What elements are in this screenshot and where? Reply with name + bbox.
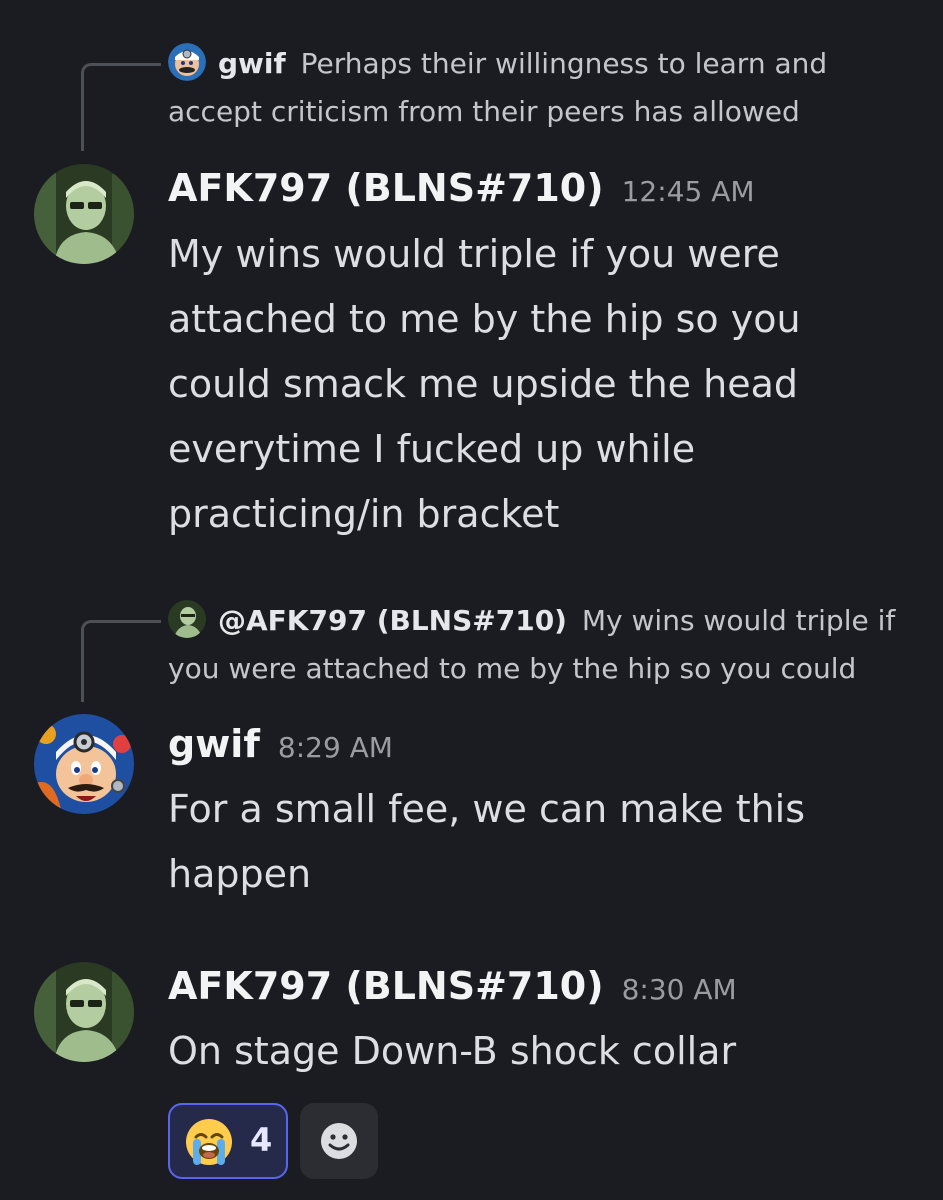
message-line: attached to me by the hip so you [168, 297, 801, 341]
reply-connector [81, 63, 161, 151]
message-line: could smack me upside the head [168, 362, 798, 406]
reaction-button[interactable]: 4 [168, 1103, 288, 1179]
reply-author[interactable]: @AFK797 (BLNS#710) [218, 604, 567, 637]
message-content: For a small fee, we can make this happen [168, 777, 868, 907]
afk797-avatar[interactable] [34, 164, 134, 264]
add-reaction-button[interactable] [300, 1103, 378, 1179]
reply-connector [81, 620, 161, 702]
reply-author[interactable]: gwif [218, 47, 286, 80]
message-line: For a small fee, we can make this [168, 787, 806, 831]
afk797-avatar[interactable] [34, 962, 134, 1062]
message-line: My wins would triple if you were [168, 232, 780, 276]
username[interactable]: AFK797 (BLNS#710) [168, 964, 604, 1008]
message-line: practicing/in bracket [168, 492, 560, 536]
message-line: On stage Down-B shock collar [168, 1029, 737, 1073]
gwif-mini-avatar[interactable] [168, 43, 206, 81]
timestamp: 12:45 AM [621, 175, 755, 208]
reaction-count: 4 [250, 1121, 273, 1159]
timestamp: 8:30 AM [621, 973, 737, 1006]
username[interactable]: gwif [168, 722, 260, 766]
timestamp: 8:29 AM [277, 731, 393, 764]
message-line: happen [168, 852, 312, 896]
afk797-mini-avatar[interactable] [168, 600, 206, 638]
message-line: everytime I fucked up while [168, 427, 696, 471]
message-content: My wins would triple if you were attache… [168, 222, 868, 547]
message-header: gwif 8:29 AM [168, 722, 393, 766]
message-header: AFK797 (BLNS#710) 12:45 AM [168, 166, 755, 210]
gwif-avatar[interactable] [34, 714, 134, 814]
reply-preview[interactable]: gwif Perhaps their willingness to learn … [168, 40, 918, 136]
loudly-crying-face-icon [184, 1117, 234, 1167]
message-header: AFK797 (BLNS#710) 8:30 AM [168, 964, 737, 1008]
message-content: On stage Down-B shock collar [168, 1019, 868, 1084]
reply-preview[interactable]: @AFK797 (BLNS#710) My wins would triple … [168, 597, 918, 693]
smiley-face-icon [321, 1123, 357, 1159]
username[interactable]: AFK797 (BLNS#710) [168, 166, 604, 210]
